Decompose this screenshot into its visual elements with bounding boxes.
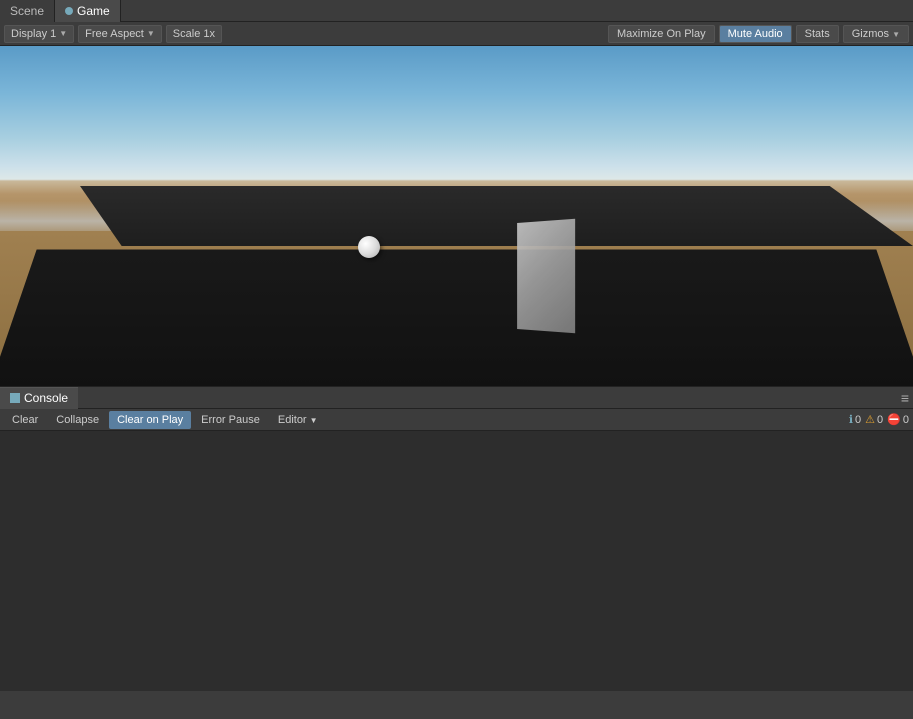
clear-on-play-button[interactable]: Clear on Play	[109, 411, 191, 429]
scale-label: Scale	[173, 28, 201, 40]
clear-button[interactable]: Clear	[4, 411, 46, 429]
display-chevron-icon: ▼	[59, 29, 67, 38]
console-counts: ℹ 0 ⚠ 0 ⛔ 0	[849, 413, 909, 426]
scene-tab-label: Scene	[10, 4, 44, 18]
maximize-on-play-button[interactable]: Maximize On Play	[608, 25, 715, 43]
warning-count: ⚠ 0	[865, 413, 883, 426]
wall-plane-object	[517, 219, 575, 333]
console-tab-icon	[10, 393, 20, 403]
game-tab-label: Game	[77, 4, 110, 18]
tab-bar: Scene Game	[0, 0, 913, 22]
game-tab-dot	[65, 7, 73, 15]
error-pause-button[interactable]: Error Pause	[193, 411, 268, 429]
editor-chevron-icon: ▼	[310, 416, 318, 425]
error-count-value: 0	[903, 414, 909, 426]
aspect-chevron-icon: ▼	[147, 29, 155, 38]
mute-audio-button[interactable]: Mute Audio	[719, 25, 792, 43]
warning-count-value: 0	[877, 414, 883, 426]
console-content	[0, 431, 913, 691]
console-tab-bar: Console ≡	[0, 387, 913, 409]
console-tab[interactable]: Console	[0, 387, 78, 409]
info-icon: ℹ	[849, 413, 853, 426]
collapse-button[interactable]: Collapse	[48, 411, 107, 429]
info-count-value: 0	[855, 414, 861, 426]
console-panel: Console ≡ Clear Collapse Clear on Play E…	[0, 386, 913, 691]
scale-control[interactable]: Scale 1x	[166, 25, 222, 43]
gizmos-button[interactable]: Gizmos ▼	[843, 25, 909, 43]
display-selector[interactable]: Display 1 ▼	[4, 25, 74, 43]
editor-button[interactable]: Editor ▼	[270, 411, 326, 429]
console-settings-icon: ≡	[901, 390, 909, 406]
scale-value: 1x	[203, 28, 215, 40]
game-toolbar: Display 1 ▼ Free Aspect ▼ Scale 1x Maxim…	[0, 22, 913, 46]
sphere-object	[358, 236, 380, 258]
tab-scene[interactable]: Scene	[0, 0, 55, 22]
aspect-selector[interactable]: Free Aspect ▼	[78, 25, 162, 43]
info-count: ℹ 0	[849, 413, 861, 426]
platform-top	[80, 186, 913, 246]
error-count: ⛔ 0	[887, 413, 909, 426]
error-icon: ⛔	[887, 413, 901, 426]
aspect-label: Free Aspect	[85, 28, 144, 40]
stats-button[interactable]: Stats	[796, 25, 839, 43]
gizmos-chevron-icon: ▼	[892, 30, 900, 39]
console-tab-label: Console	[24, 391, 68, 405]
console-toolbar: Clear Collapse Clear on Play Error Pause…	[0, 409, 913, 431]
tab-game[interactable]: Game	[55, 0, 121, 22]
display-label: Display 1	[11, 28, 56, 40]
toolbar-right: Maximize On Play Mute Audio Stats Gizmos…	[608, 25, 909, 43]
game-viewport	[0, 46, 913, 386]
console-settings-button[interactable]: ≡	[901, 390, 909, 406]
warning-icon: ⚠	[865, 413, 875, 426]
